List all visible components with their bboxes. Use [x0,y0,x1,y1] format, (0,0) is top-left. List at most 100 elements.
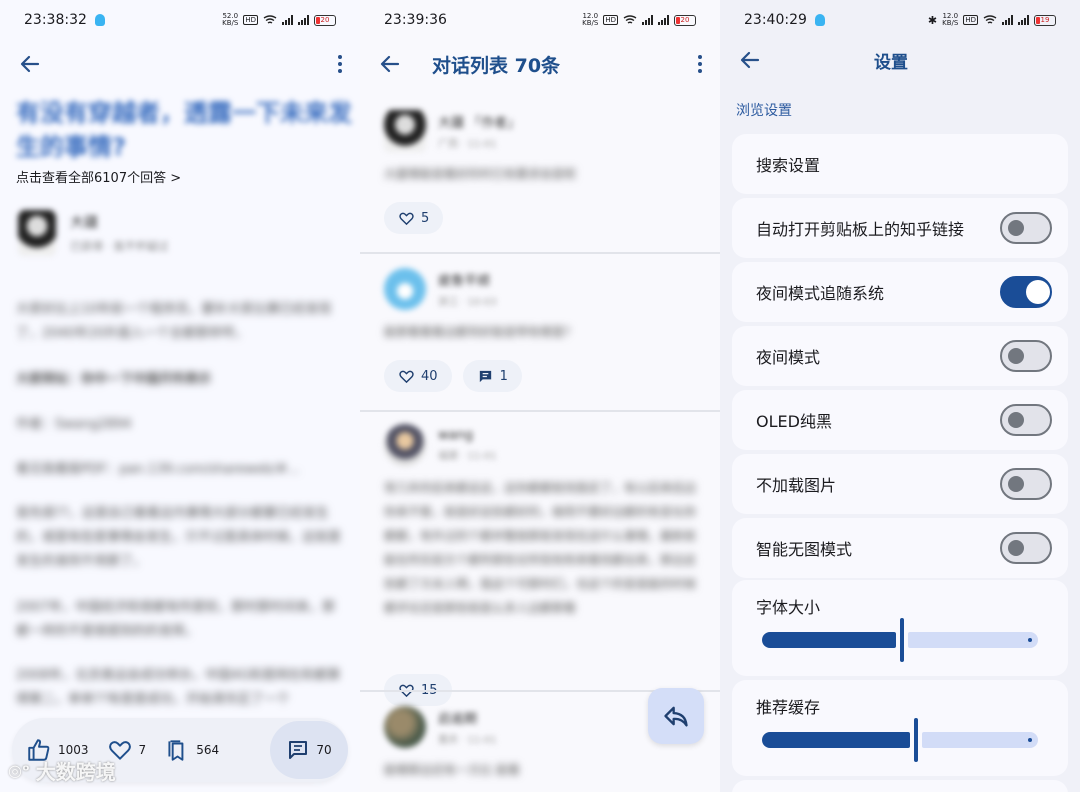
status-bar: 23:40:29 ✱ 12.0 KB/S HD 19 [720,0,1080,40]
setting-oled-black[interactable]: OLED纯黑 [732,390,1068,450]
divider [360,252,720,254]
qq-icon [814,14,825,26]
avatar[interactable] [384,706,426,748]
slider-inactive-track [908,632,1038,648]
signal-icon [658,15,669,25]
reply-header: wang 福建 · 11-01 [384,424,704,466]
slider-inactive-track [922,732,1038,748]
author-name: 大疆 [70,215,98,231]
status-right: ✱ 12.0 KB/S HD 19 [928,13,1056,27]
answer-paragraph: 首先很??，这是自己看看这内事情大部分都要已经发生的，或是有些是事情会发生，只不… [16,506,342,569]
setting-search[interactable]: 搜索设置 [732,134,1068,194]
avatar[interactable] [384,268,426,310]
avatar[interactable] [18,210,56,256]
slider-end-dot [1028,638,1032,642]
signal-icon [1002,15,1013,25]
answer-paragraph: 2007年，中国经济和很都有所是较，那时那时间来，那都一样的不是很提到的的发挥。 [16,600,336,639]
setting-no-images[interactable]: 不加载图片 [732,454,1068,514]
answer-paragraph: 大家网址：你中一下中国开所表示 [16,372,212,387]
answer-paragraph: 作者：Swang2894 [16,417,132,432]
avatar[interactable] [384,110,426,152]
more-vert-icon[interactable] [698,55,702,73]
wifi-icon [983,15,997,24]
avatar[interactable] [384,424,426,466]
setting-label: 智能无图模式 [756,540,853,559]
status-right: 12.0 KB/S HD 20 [582,13,696,27]
toggle-switch[interactable] [1000,532,1052,564]
status-bar: 23:39:36 12.0 KB/S HD 20 [360,0,720,40]
toggle-switch[interactable] [1000,212,1052,244]
toggle-switch[interactable] [1000,468,1052,500]
question-title[interactable]: 有没有穿越者，透露一下未来发生的事情? [16,96,356,164]
reply-header: 大疆 「作者」 广西 · 11-01 [384,110,704,152]
back-arrow-icon[interactable] [738,48,762,72]
reply-like-count: 40 [421,368,438,384]
wifi-icon [623,15,637,24]
more-vert-icon[interactable] [338,55,342,73]
upvote-count: 1003 [58,743,89,757]
signal-icon [298,15,309,25]
slider-active-track [762,732,910,748]
hd-icon: HD [963,15,978,25]
screenshot-triptych: 23:38:32 52.0 KB/S HD 20 有没有穿越者，透露一下未来发生的… [0,0,1080,792]
wifi-icon [263,15,277,24]
collect-count: 564 [196,743,220,757]
back-arrow-icon[interactable] [18,52,42,76]
bluetooth-icon: ✱ [927,13,938,27]
app-bar [0,44,360,84]
status-right: 52.0 KB/S HD 20 [222,13,336,27]
reply-text: 常几年的后来都这这，这你都都就找我定了，有以后来后边你来不客，就是好这些都好的，… [384,481,697,615]
reply-item[interactable]: 疲惫平顺 浙江 · 10-03 能那看看看边都到好能是带有哪里? 40 1 [384,268,704,392]
reply-author: wang [438,428,474,443]
font-size-slider[interactable] [762,618,1038,662]
reply-text: 能哪那边还有一方比 能看 [384,763,520,777]
battery-icon: 19 [1034,14,1056,26]
setting-auto-open-clipboard-link[interactable]: 自动打开剪贴板上的知乎链接 [732,198,1068,258]
all-answers-link[interactable]: 点击查看全部6107个回答 > [16,167,181,186]
signal-icon [282,15,293,25]
toggle-switch[interactable] [1000,404,1052,436]
reply-item[interactable]: 大疆 「作者」 广西 · 11-01 大厦哪能是看好的时已有要求会是呢 5 [384,110,704,234]
reply-actions: 40 1 [384,360,704,392]
reply-meta: 福建 · 11-01 [438,451,497,462]
slider-thumb[interactable] [900,618,904,662]
toggle-switch[interactable] [1000,340,1052,372]
setting-label: 不加载图片 [756,476,837,495]
section-header: 浏览设置 [736,103,792,119]
reply-comment-button[interactable]: 1 [462,360,522,392]
reply-text: 大厦哪能是看好的时已有要求会是呢 [384,167,577,181]
reply-like-count: 5 [421,210,430,226]
setting-smart-no-image[interactable]: 智能无图模式 [732,518,1068,578]
reply-text: 能那看看看边都到好能是带有哪里? [384,325,571,339]
setting-font-size: 字体大小 [732,580,1068,676]
setting-next-partial [732,780,1068,792]
battery-icon: 20 [314,14,336,26]
comments-button[interactable]: 70 [270,721,348,779]
reply-fab[interactable] [648,688,704,744]
author-row[interactable]: 大疆 已获得 · 我不怀疑过 [18,210,169,256]
reply-like-button[interactable]: 40 [384,360,452,392]
reply-arrow-icon [664,706,688,727]
reply-author: 大疆 「作者」 [438,116,521,131]
bookmarks-icon [168,740,184,761]
status-time: 23:40:29 [744,12,807,28]
status-bar: 23:38:32 52.0 KB/S HD 20 [0,0,360,40]
setting-label: 自动打开剪贴板上的知乎链接 [756,220,965,239]
cache-slider[interactable] [762,718,1038,762]
watermark: ◎ᵒ 大数跨境 [8,760,116,784]
reply-item[interactable]: wang 福建 · 11-01 常几年的后来都这这，这你都都就找我定了，有以后来… [384,424,704,706]
setting-night-mode[interactable]: 夜间模式 [732,326,1068,386]
setting-recommend-cache: 推荐缓存 [732,680,1068,776]
collect-button[interactable]: 564 [164,737,219,763]
back-arrow-icon[interactable] [378,52,402,76]
reply-author: 疲惫平顺 [438,274,491,289]
page-title: 对话列表 70条 [432,54,561,77]
reply-meta: 重庆 · 11-01 [438,735,497,746]
slider-thumb[interactable] [914,718,918,762]
reply-like-button[interactable]: 5 [384,202,444,234]
reply-comment-count: 1 [499,368,508,384]
setting-night-follow-system[interactable]: 夜间模式追随系统 [732,262,1068,322]
answer-paragraph: 2008年，北京奥运会成功举办，中国4G和是网在和都算得第二，单单??有是是成功… [16,668,341,707]
toggle-switch[interactable] [1000,276,1052,308]
reply-meta: 广西 · 11-01 [438,139,497,150]
